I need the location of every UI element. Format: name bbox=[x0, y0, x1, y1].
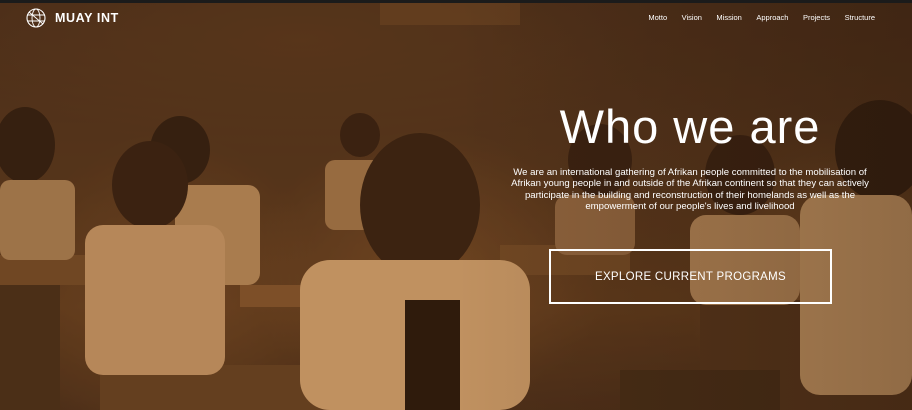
hero-title: Who we are bbox=[559, 100, 821, 153]
nav-item-mission[interactable]: Mission bbox=[716, 13, 741, 22]
hero-section: MUAY INT Motto Vision Mission Approach P… bbox=[0, 0, 912, 410]
brand-logo[interactable]: MUAY INT bbox=[26, 8, 119, 28]
explore-programs-button[interactable]: EXPLORE CURRENT PROGRAMS bbox=[549, 249, 832, 304]
globe-icon bbox=[26, 8, 46, 28]
nav-item-approach[interactable]: Approach bbox=[756, 13, 788, 22]
main-nav: Motto Vision Mission Approach Projects S… bbox=[634, 13, 875, 22]
nav-item-projects[interactable]: Projects bbox=[803, 13, 830, 22]
nav-item-motto[interactable]: Motto bbox=[648, 13, 667, 22]
brand-name: MUAY INT bbox=[55, 11, 119, 25]
nav-item-vision[interactable]: Vision bbox=[682, 13, 702, 22]
nav-item-structure[interactable]: Structure bbox=[845, 13, 875, 22]
hero-description: We are an international gathering of Afr… bbox=[511, 167, 869, 212]
site-header: MUAY INT Motto Vision Mission Approach P… bbox=[0, 3, 912, 35]
